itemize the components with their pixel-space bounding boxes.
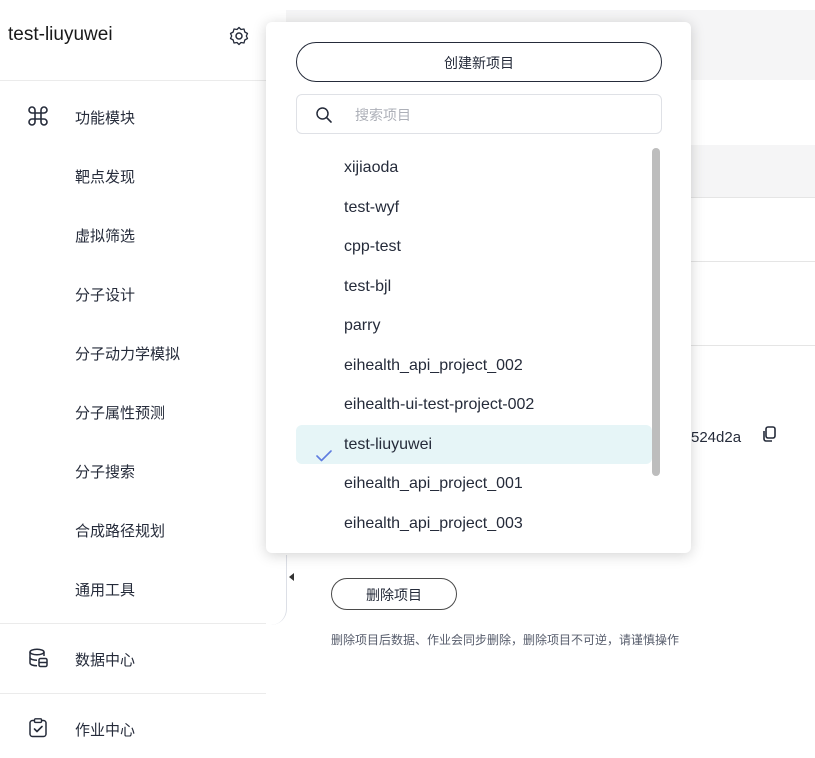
list-item-label: xijiaoda bbox=[344, 159, 399, 176]
list-item[interactable]: eihealth_api_project_003 bbox=[296, 504, 652, 544]
list-item[interactable]: eihealth_api_project_002 bbox=[296, 346, 652, 386]
list-item-label: test-bjl bbox=[344, 277, 392, 295]
database-icon bbox=[27, 647, 49, 669]
sidebar-item-general-tools[interactable]: 通用工具 bbox=[75, 579, 135, 600]
list-item-label: test-wyf bbox=[344, 198, 400, 216]
command-icon bbox=[27, 105, 49, 127]
list-item[interactable]: eihealth_api_project_001 bbox=[296, 464, 652, 504]
sidebar-item-virtual-screening[interactable]: 虚拟筛选 bbox=[75, 225, 135, 246]
project-switcher-dropdown: 创建新项目 xijiaoda test-wyf cpp-test test-bj… bbox=[266, 22, 691, 553]
search-box[interactable] bbox=[296, 94, 662, 134]
sidebar-item-molecule-design[interactable]: 分子设计 bbox=[75, 284, 135, 305]
project-name[interactable]: test-liuyuwei bbox=[8, 24, 113, 46]
list-item[interactable]: parry bbox=[296, 306, 652, 346]
search-input[interactable] bbox=[353, 103, 647, 127]
project-header[interactable]: test-liuyuwei bbox=[0, 0, 266, 81]
list-item[interactable]: test-bjl bbox=[296, 267, 652, 307]
create-project-button[interactable]: 创建新项目 bbox=[296, 42, 662, 82]
clipboard-check-icon bbox=[27, 717, 49, 739]
list-item-label: eihealth_api_project_001 bbox=[344, 475, 523, 492]
project-id-text: 524d2a bbox=[691, 429, 742, 446]
nav-group-job-center[interactable]: 作业中心 bbox=[0, 698, 266, 758]
list-item[interactable]: test-wyf bbox=[296, 188, 652, 228]
list-item-label: eihealth_api_project_002 bbox=[344, 356, 523, 374]
nav-group-data-center[interactable]: 数据中心 bbox=[0, 628, 266, 688]
list-item[interactable]: cpp-test bbox=[296, 227, 652, 267]
divider bbox=[0, 623, 266, 624]
nav-group-modules[interactable]: 功能模块 bbox=[0, 86, 266, 146]
list-item-label: eihealth-ui-test-project-002 bbox=[344, 396, 535, 413]
search-icon bbox=[315, 106, 333, 124]
nav-group-label: 作业中心 bbox=[75, 722, 136, 739]
divider bbox=[0, 693, 266, 694]
list-item-label: test-liuyuwei bbox=[344, 435, 433, 453]
delete-project-button[interactable]: 删除项目 bbox=[331, 578, 457, 610]
list-item-label: cpp-test bbox=[344, 238, 401, 255]
sidebar-collapse-handle[interactable] bbox=[266, 555, 287, 625]
delete-hint-text: 删除项目后数据、作业会同步删除，删除项目不可逆，请谨慎操作 bbox=[331, 633, 680, 647]
nav-group-label: 数据中心 bbox=[75, 652, 136, 669]
nav-group-label: 功能模块 bbox=[75, 110, 136, 127]
gear-icon[interactable] bbox=[229, 26, 249, 46]
copy-icon[interactable] bbox=[761, 425, 779, 443]
list-item-label: parry bbox=[344, 317, 381, 334]
list-item-label: eihealth_api_project_003 bbox=[344, 514, 523, 532]
list-item[interactable]: xijiaoda bbox=[296, 148, 652, 188]
sidebar-item-molecular-dynamics[interactable]: 分子动力学模拟 bbox=[75, 343, 180, 364]
list-item-selected[interactable]: test-liuyuwei bbox=[296, 424, 652, 464]
project-list: xijiaoda test-wyf cpp-test test-bjl parr… bbox=[296, 148, 652, 544]
check-icon bbox=[316, 438, 332, 461]
sidebar-item-target-discovery[interactable]: 靶点发现 bbox=[75, 166, 135, 187]
sidebar-item-property-prediction[interactable]: 分子属性预测 bbox=[75, 402, 165, 423]
sidebar: test-liuyuwei 功能模块 靶点发现 虚拟筛选 分子设计 分子动力学模… bbox=[0, 0, 266, 758]
scrollbar[interactable] bbox=[652, 148, 660, 476]
list-item[interactable]: eihealth-ui-test-project-002 bbox=[296, 385, 652, 425]
sidebar-item-synthesis-planning[interactable]: 合成路径规划 bbox=[75, 520, 165, 541]
chevron-left-icon[interactable] bbox=[289, 573, 294, 581]
sidebar-item-molecule-search[interactable]: 分子搜索 bbox=[75, 461, 135, 482]
